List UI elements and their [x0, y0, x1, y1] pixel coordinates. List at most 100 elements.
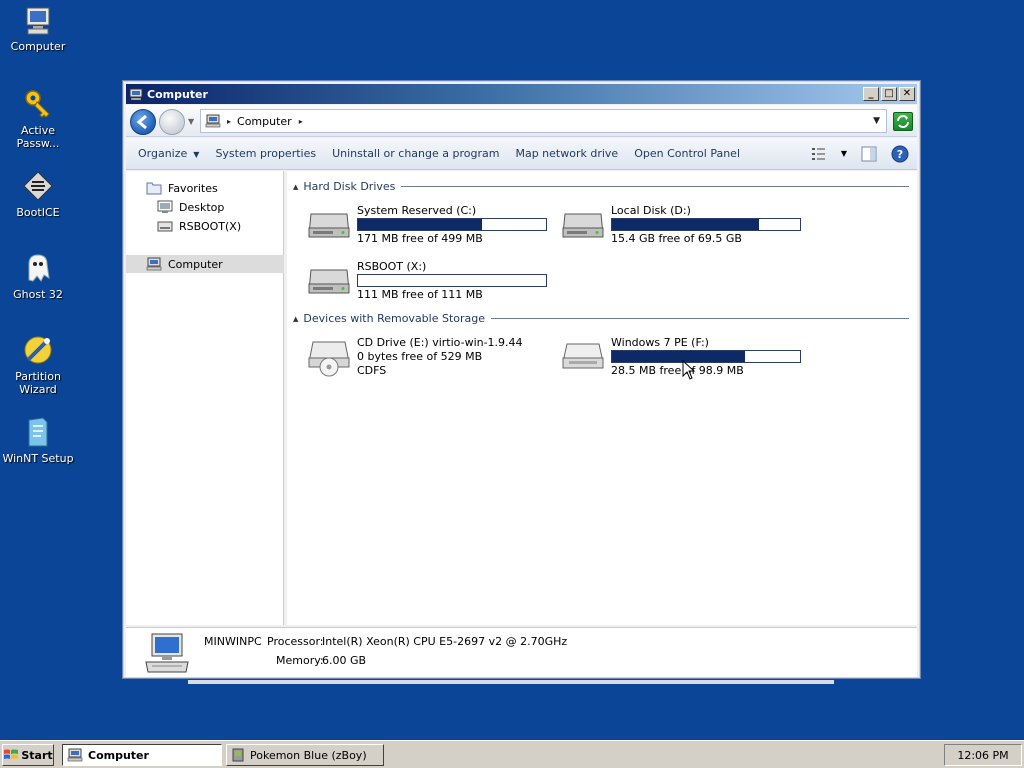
drive-usage-fill [612, 351, 746, 362]
system-clock[interactable]: 12:06 PM [944, 744, 1022, 766]
nav-computer[interactable]: Computer [126, 255, 284, 273]
computer-icon [26, 7, 50, 35]
group-header-removable[interactable]: ▲ Devices with Removable Storage [293, 312, 909, 325]
navigation-pane: Favorites Desktop RSBOOT(X) Computer [126, 171, 284, 625]
minimize-button[interactable]: _ [863, 87, 879, 101]
desktop-icon-label: Computer [10, 40, 66, 53]
cd-drive-icon [308, 341, 350, 377]
desktop-icon-ghost32[interactable]: Ghost 32 [0, 252, 76, 301]
collapse-arrow-icon[interactable]: ▲ [293, 315, 298, 323]
maximize-button[interactable]: □ [881, 87, 897, 101]
processor-label: Processor: [267, 635, 324, 648]
help-icon[interactable]: ? [891, 145, 909, 163]
collapse-arrow-icon[interactable]: ▲ [293, 183, 298, 191]
window-titlebar[interactable]: Computer _ □ ✕ [126, 84, 917, 104]
uninstall-program-button[interactable]: Uninstall or change a program [324, 147, 507, 160]
command-bar: Organize ▼ System properties Uninstall or… [126, 138, 917, 170]
drive-free-space: 0 bytes free of 529 MB [357, 350, 483, 363]
desktop-icon-partition-wizard[interactable]: Partition Wizard [0, 334, 76, 396]
desktop-icon-bootice[interactable]: BootICE [0, 170, 76, 219]
computer-icon [146, 257, 162, 271]
open-control-panel-button[interactable]: Open Control Panel [626, 147, 748, 160]
nav-favorites[interactable]: Favorites [146, 179, 218, 197]
breadcrumb-arrow-icon[interactable]: ▸ [227, 117, 231, 126]
system-properties-button[interactable]: System properties [207, 147, 324, 160]
desktop-icon-label: WinNT Setup [2, 452, 74, 465]
computer-name: MINWINPC [204, 635, 262, 648]
address-dropdown[interactable]: ▼ [873, 116, 880, 126]
forward-button[interactable] [159, 109, 185, 135]
taskbar-item-computer[interactable]: Computer [62, 744, 222, 766]
group-title: Devices with Removable Storage [303, 312, 486, 325]
desktop-icon-label: Ghost 32 [13, 288, 63, 301]
drive-usage-bar [357, 218, 547, 231]
bootice-icon [23, 171, 53, 201]
window-title: Computer [147, 87, 208, 101]
group-divider [401, 186, 909, 187]
mouse-cursor-icon [682, 360, 696, 380]
preview-pane-icon[interactable] [861, 146, 877, 162]
desktop-icon-winnt-setup[interactable]: WinNT Setup [0, 416, 76, 465]
computer-icon [129, 88, 143, 100]
breadcrumb-arrow-icon[interactable]: ▸ [299, 117, 303, 126]
nav-favorites-label: Favorites [168, 181, 218, 195]
drive-c[interactable]: System Reserved (C:) 171 MB free of 499 … [307, 204, 557, 250]
hard-drive-icon [308, 269, 350, 294]
address-field[interactable]: ▸ Computer ▸ ▼ [200, 109, 887, 133]
start-button[interactable]: Start [2, 744, 54, 766]
hard-drive-icon [562, 213, 604, 238]
breadcrumb-computer[interactable]: Computer [237, 115, 292, 128]
hard-drive-icon [308, 213, 350, 238]
nav-computer-label: Computer [168, 257, 223, 271]
drive-usage-bar [611, 350, 801, 363]
desktop-icon [157, 200, 173, 213]
view-dropdown-icon[interactable]: ▼ [841, 149, 847, 158]
drive-name: RSBOOT (X:) [357, 260, 427, 273]
memory-label: Memory: [276, 654, 324, 667]
drive-name: CD Drive (E:) virtio-win-1.9.44 [357, 336, 523, 349]
map-network-drive-button[interactable]: Map network drive [507, 147, 626, 160]
refresh-icon [897, 115, 909, 128]
drive-free-space: 171 MB free of 499 MB [357, 232, 483, 245]
drive-usage-bar [611, 218, 801, 231]
computer-icon [145, 633, 189, 673]
drive-name: Windows 7 PE (F:) [611, 336, 709, 349]
favorites-folder-icon [146, 182, 162, 195]
recent-pages-dropdown[interactable]: ▼ [188, 117, 194, 126]
taskbar: Start Computer Pokemon Blue (zBoy) 12:06… [0, 740, 1024, 768]
group-header-hard-disks[interactable]: ▲ Hard Disk Drives [293, 180, 909, 193]
taskbar-item-pokemon-blue[interactable]: Pokemon Blue (zBoy) [226, 744, 384, 766]
drive-free-space: 28.5 MB free of 98.9 MB [611, 364, 744, 377]
group-title: Hard Disk Drives [303, 180, 396, 193]
drive-d[interactable]: Local Disk (D:) 15.4 GB free of 69.5 GB [561, 204, 811, 250]
desktop-icon-computer[interactable]: Computer [0, 6, 76, 53]
drive-free-space: 111 MB free of 111 MB [357, 288, 483, 301]
chevron-down-icon: ▼ [193, 150, 200, 159]
windows-logo-icon [4, 749, 19, 759]
drive-name: Local Disk (D:) [611, 204, 691, 217]
computer-window: Computer _ □ ✕ ▼ ▸ Computer ▸ ▼ Organize… [122, 80, 921, 679]
drive-x[interactable]: RSBOOT (X:) 111 MB free of 111 MB [307, 260, 557, 306]
content-pane: ▲ Hard Disk Drives System Reserved (C:) … [287, 171, 917, 625]
close-button[interactable]: ✕ [899, 87, 915, 101]
back-button[interactable] [130, 109, 156, 135]
winnt-setup-icon [28, 417, 48, 447]
computer-icon [67, 748, 83, 762]
desktop-icon-label: Active Passw... [16, 124, 60, 150]
desktop-icon-active-password[interactable]: Active Passw... [0, 88, 76, 150]
details-pane: MINWINPC Processor: Intel(R) Xeon(R) CPU… [126, 627, 917, 677]
organize-button[interactable]: Organize ▼ [126, 147, 207, 160]
drive-free-space: 15.4 GB free of 69.5 GB [611, 232, 742, 245]
removable-drive-icon [562, 343, 604, 369]
view-options-icon[interactable] [811, 147, 827, 161]
drive-e[interactable]: CD Drive (E:) virtio-win-1.9.44 0 bytes … [307, 336, 557, 382]
nav-desktop[interactable]: Desktop [157, 198, 224, 216]
partition-wizard-icon [24, 336, 52, 364]
group-divider [491, 318, 909, 319]
processor-value: Intel(R) Xeon(R) CPU E5-2697 v2 @ 2.70GH… [322, 635, 568, 648]
desktop-icon-label: BootICE [16, 206, 60, 219]
drive-name: System Reserved (C:) [357, 204, 477, 217]
nav-rsboot[interactable]: RSBOOT(X) [157, 217, 241, 235]
refresh-button[interactable] [893, 112, 913, 131]
nav-rsboot-label: RSBOOT(X) [179, 219, 242, 233]
